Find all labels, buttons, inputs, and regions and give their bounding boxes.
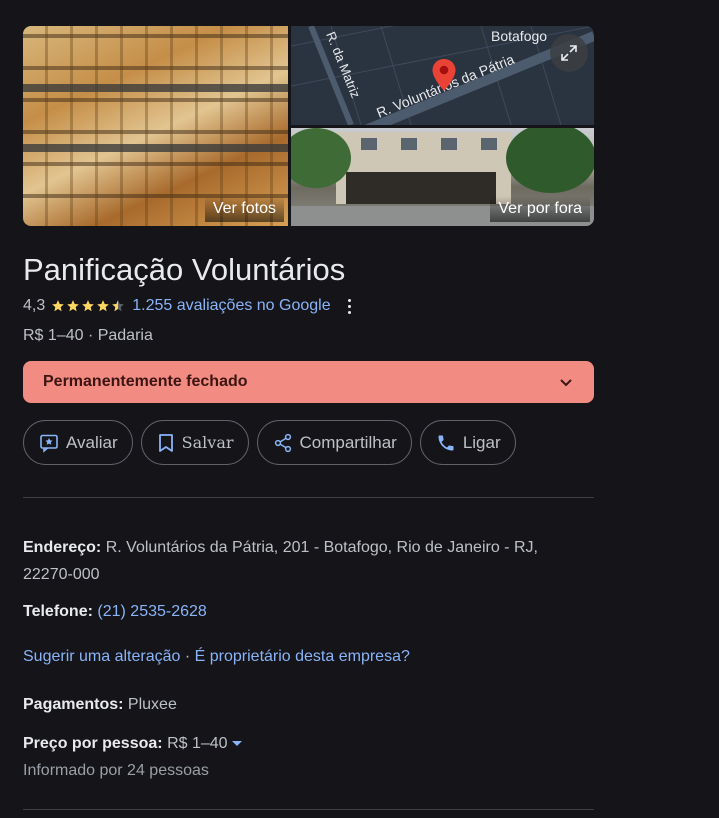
photo-grid: Ver fotos R. da Matriz R. Voluntários da… bbox=[23, 26, 594, 226]
google-reviews-link[interactable]: 1.255 avaliações no Google bbox=[132, 297, 330, 315]
review-icon bbox=[40, 434, 58, 453]
rating-row: 4,3 1.255 avaliações no Google bbox=[23, 296, 355, 316]
photo-decor bbox=[401, 138, 417, 150]
photo-decor bbox=[361, 138, 377, 150]
payments-value: Pluxee bbox=[127, 696, 177, 713]
bookmark-icon bbox=[158, 433, 173, 452]
star-icon bbox=[67, 300, 80, 312]
street-view-thumbnail[interactable]: Ver por fora bbox=[291, 128, 594, 226]
action-buttons: Avaliar Salvar Compartilhar Ligar bbox=[23, 420, 516, 465]
review-button[interactable]: Avaliar bbox=[23, 420, 133, 465]
own-business-link[interactable]: É proprietário desta empresa? bbox=[195, 648, 410, 665]
photo-decor bbox=[481, 138, 497, 150]
caret-down-icon[interactable] bbox=[231, 741, 242, 747]
star-icon bbox=[97, 300, 110, 312]
expand-icon bbox=[561, 45, 577, 61]
save-label: Salvar bbox=[181, 433, 234, 452]
star-icon bbox=[52, 300, 65, 312]
call-button[interactable]: Ligar bbox=[419, 420, 516, 465]
photos-main-thumbnail[interactable]: Ver fotos bbox=[23, 26, 288, 226]
save-button[interactable]: Salvar bbox=[140, 420, 249, 465]
map-thumbnail[interactable]: R. da Matriz R. Voluntários da Pátria Bo… bbox=[291, 26, 594, 125]
call-label: Ligar bbox=[462, 432, 501, 452]
payments-label: Pagamentos: bbox=[23, 696, 124, 713]
see-photos-label: Ver fotos bbox=[204, 196, 284, 222]
price-note: Informado por 24 pessoas bbox=[23, 762, 209, 779]
address-line2: 22270-000 bbox=[23, 566, 100, 583]
star-half-icon bbox=[112, 300, 125, 312]
see-outside-label: Ver por fora bbox=[490, 196, 590, 222]
photo-decor bbox=[23, 144, 288, 152]
place-title: Panificação Voluntários bbox=[23, 252, 346, 287]
price-per-person-row: Preço por pessoa: R$ 1–40 bbox=[23, 730, 242, 757]
photo-decor bbox=[506, 128, 594, 193]
price-per-person-value[interactable]: R$ 1–40 bbox=[167, 735, 228, 752]
divider bbox=[23, 809, 594, 810]
share-button[interactable]: Compartilhar bbox=[256, 420, 412, 465]
photo-decor bbox=[441, 138, 457, 150]
star-rating bbox=[51, 299, 126, 313]
share-icon bbox=[274, 433, 291, 452]
more-vert-icon[interactable] bbox=[345, 296, 355, 316]
map-pin-icon bbox=[432, 59, 456, 91]
phone-icon bbox=[438, 435, 454, 450]
payments-row: Pagamentos: Pluxee bbox=[23, 691, 177, 718]
phone-row: Telefone: (21) 2535-2628 bbox=[23, 598, 207, 625]
expand-map-button[interactable] bbox=[550, 34, 588, 72]
phone-label: Telefone: bbox=[23, 603, 93, 620]
suggest-edit-link[interactable]: Sugerir uma alteração bbox=[23, 648, 180, 665]
photo-decor bbox=[23, 84, 288, 92]
phone-link[interactable]: (21) 2535-2628 bbox=[97, 603, 206, 620]
address-block: Endereço: R. Voluntários da Pátria, 201 … bbox=[23, 534, 603, 588]
address-label: Endereço: bbox=[23, 539, 102, 556]
divider bbox=[23, 497, 594, 498]
rating-value: 4,3 bbox=[23, 297, 46, 314]
star-icon bbox=[82, 300, 95, 312]
price-per-person-label: Preço por pessoa: bbox=[23, 735, 163, 752]
photo-decor bbox=[346, 172, 496, 204]
knowledge-panel: Ver fotos R. da Matriz R. Voluntários da… bbox=[0, 0, 719, 818]
edit-links-row: Sugerir uma alteração · É proprietário d… bbox=[23, 643, 410, 670]
closed-status-label: Permanentemente fechado bbox=[43, 373, 248, 390]
map-district-label: Botafogo bbox=[491, 28, 547, 44]
separator: · bbox=[180, 648, 195, 665]
share-label: Compartilhar bbox=[299, 432, 397, 452]
price-category: R$ 1–40 · Padaria bbox=[23, 327, 153, 344]
review-label: Avaliar bbox=[66, 432, 118, 452]
permanently-closed-banner[interactable]: Permanentemente fechado bbox=[23, 361, 594, 403]
chevron-down-icon bbox=[560, 379, 572, 387]
address-line1: R. Voluntários da Pátria, 201 - Botafogo… bbox=[105, 539, 538, 556]
